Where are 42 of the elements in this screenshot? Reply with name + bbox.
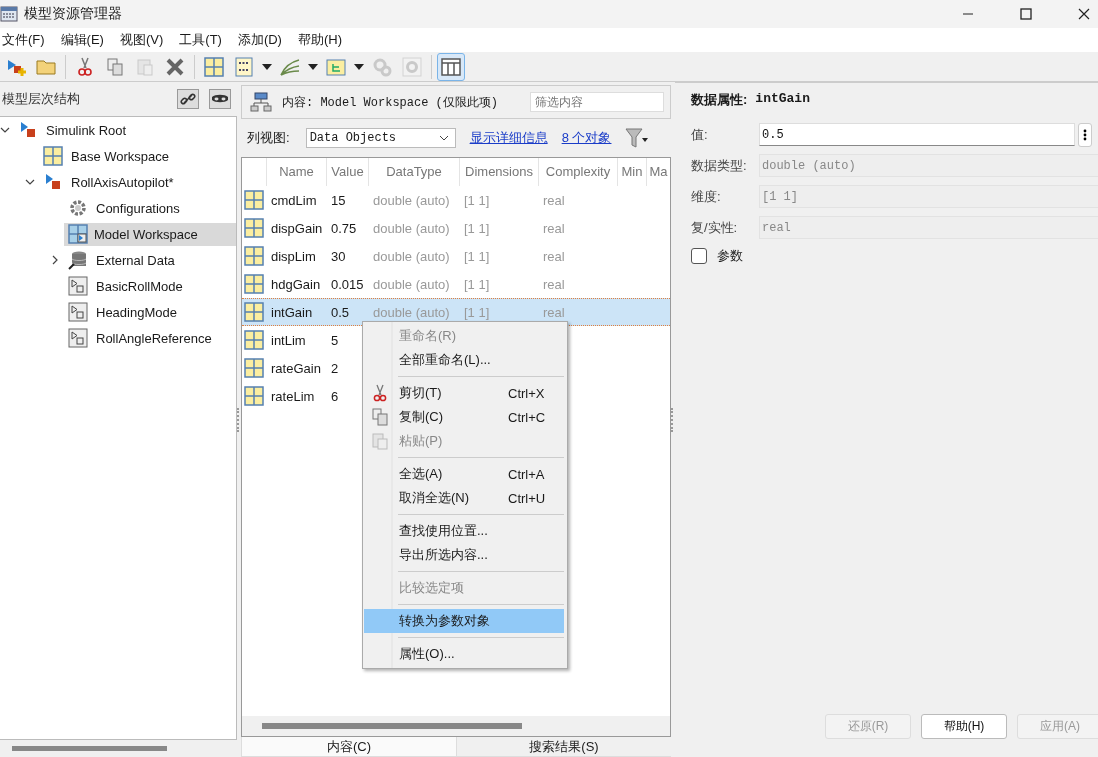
field-label: 数据类型: [691, 156, 748, 175]
table-cell-text: 30 [330, 248, 347, 264]
table-cell-text: dispGain [270, 220, 324, 236]
properties-name: intGain [755, 91, 810, 108]
table-cell-text: real [542, 248, 566, 264]
table-cell-text: double (auto) [372, 276, 451, 292]
table-cell-text: rateLim [270, 388, 316, 404]
table-cell-text: 5 [330, 332, 340, 348]
table-cell-text: real [542, 276, 566, 292]
table-cell-text: [1 1] [463, 192, 491, 208]
table-cell-text: double (auto) [372, 220, 451, 236]
table-cell-text: [1 1] [463, 276, 491, 292]
table-cell-text: real [542, 304, 566, 320]
field-label: 维度: [691, 187, 722, 206]
table-cell-text: [1 1] [463, 220, 491, 236]
table-cell-text: 0.5 [330, 304, 351, 320]
table-cell-text: double (auto) [372, 304, 451, 320]
table-cell-text: 0.015 [330, 276, 365, 292]
column-view-label: 列视图: [247, 129, 290, 147]
table-cell-text: 2 [330, 360, 340, 376]
table-cell-text: cmdLim [270, 192, 318, 208]
table-cell-text: 0.75 [330, 220, 358, 236]
table-cell-text: 15 [330, 192, 347, 208]
table-cell-text: rateGain [270, 360, 322, 376]
panel-title: 模型层次结构 [2, 90, 81, 108]
contents-heading: 内容: Model Workspace (仅限此项) [282, 94, 499, 111]
table-cell-text: dispLim [270, 248, 317, 264]
table-cell-text: [1 1] [463, 248, 491, 264]
properties-label: 数据属性: [691, 91, 748, 109]
table-cell-text: 6 [330, 388, 340, 404]
table-cell-text: intLim [270, 332, 307, 348]
table-cell-text: real [542, 220, 566, 236]
checkbox-label: 参数 [717, 247, 743, 265]
table-cell-text: double (auto) [372, 192, 451, 208]
field-label: 值: [691, 125, 709, 144]
table-cell-text: intGain [270, 304, 314, 320]
window-title: 模型资源管理器 [24, 5, 122, 23]
table-cell-text: double (auto) [372, 248, 451, 264]
field-label: 复/实性: [691, 218, 739, 237]
table-cell-text: real [542, 192, 566, 208]
table-cell-text: hdgGain [270, 276, 322, 292]
table-cell-text: [1 1] [463, 304, 491, 320]
